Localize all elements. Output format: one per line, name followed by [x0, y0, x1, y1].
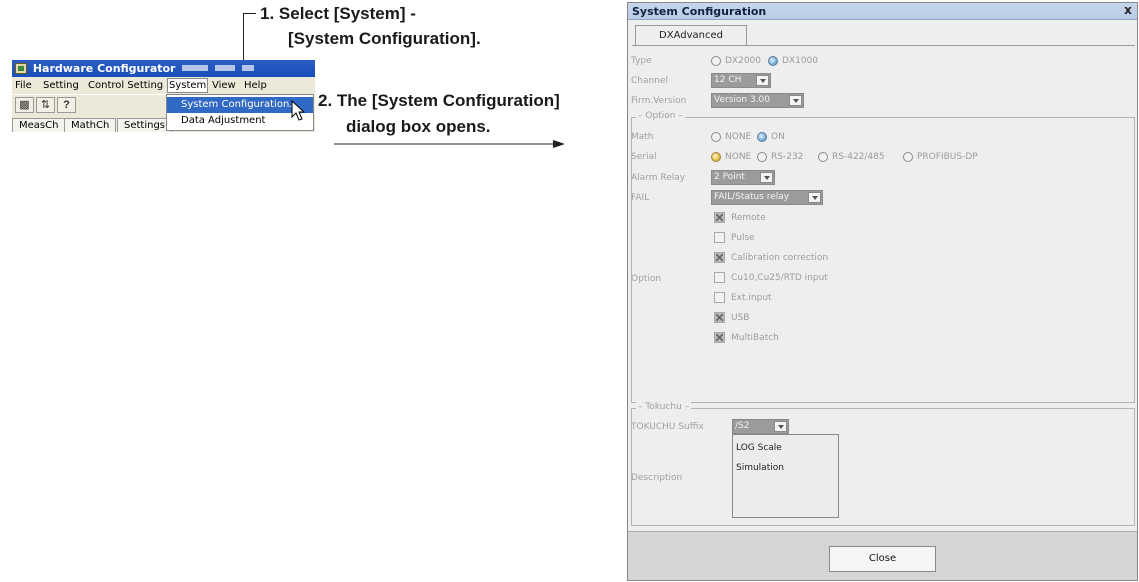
checkbox-pulse[interactable]: [714, 232, 725, 243]
chevron-down-icon: [760, 172, 773, 183]
menu-view[interactable]: View: [211, 79, 237, 92]
chevron-down-icon: [789, 95, 802, 106]
checkbox-label-cu10-rtd-input: Cu10,Cu25/RTD input: [731, 273, 828, 283]
type-label: Type: [631, 56, 652, 66]
tab-measch[interactable]: MeasCh: [12, 118, 66, 132]
app-icon: [15, 63, 27, 74]
system-configuration-dialog: System Configuration x DXAdvanced Type D…: [627, 2, 1138, 581]
dialog-title: System Configuration: [632, 5, 767, 18]
description-label: Description: [631, 473, 683, 483]
checkbox-label-ext-input: Ext.input: [731, 293, 772, 303]
firm-version-value: Version 3.00: [714, 95, 770, 105]
hardware-configurator-titlebar: Hardware Configurator: [12, 60, 315, 77]
tokuchu-suffix-value: /S2: [735, 421, 750, 431]
tokuchu-group: [631, 408, 1135, 526]
description-item: Simulation: [736, 463, 784, 473]
menubar: File Setting Control Setting System View…: [12, 77, 315, 94]
type-radio-dx1000[interactable]: [768, 56, 778, 66]
option-label: Option: [631, 274, 662, 284]
checkbox-label-multibatch: MultiBatch: [731, 333, 779, 343]
channel-select[interactable]: 12 CH: [711, 73, 771, 88]
checkbox-remote[interactable]: [714, 212, 725, 223]
firm-version-label: Firm.Version: [631, 96, 687, 106]
option-group-title: – Option –: [636, 111, 685, 122]
step2-line2: dialog box opens.: [346, 117, 491, 136]
checkbox-usb[interactable]: [714, 312, 725, 323]
type-radio-dx2000[interactable]: [711, 56, 721, 66]
chevron-down-icon: [774, 421, 787, 432]
checkbox-label-remote: Remote: [731, 213, 766, 223]
math-option-on: ON: [771, 132, 785, 142]
menu-system[interactable]: System: [167, 78, 209, 93]
type-option-dx1000: DX1000: [782, 56, 818, 66]
serial-radio-rs232[interactable]: [757, 152, 767, 162]
chevron-down-icon: [756, 75, 769, 86]
annotation-arrow: [334, 140, 565, 148]
dialog-button-bar: Close: [628, 531, 1137, 580]
app-title: Hardware Configurator: [32, 62, 176, 75]
serial-radio-none[interactable]: [711, 152, 721, 162]
alarm-relay-value: 2 Point: [714, 172, 745, 182]
close-button[interactable]: Close: [829, 546, 936, 572]
tab-divider: [632, 45, 1135, 46]
tokuchu-suffix-select[interactable]: /S2: [732, 419, 789, 434]
type-option-dx2000: DX2000: [725, 56, 761, 66]
checkbox-ext-input[interactable]: [714, 292, 725, 303]
math-label: Math: [631, 132, 654, 142]
chevron-down-icon: [808, 192, 821, 203]
checkbox-calibration-correction[interactable]: [714, 252, 725, 263]
checkbox-label-usb: USB: [731, 313, 750, 323]
step1-line2: [System Configuration].: [288, 29, 481, 48]
mouse-cursor-icon: [291, 100, 306, 121]
math-radio-on[interactable]: [757, 132, 767, 142]
dialog-titlebar: System Configuration x: [628, 3, 1137, 20]
blurred-filename: [242, 65, 255, 71]
close-icon[interactable]: x: [1121, 4, 1135, 18]
tab-mathch[interactable]: MathCh: [64, 118, 117, 132]
serial-option-profibus: PROFIBUS-DP: [917, 152, 978, 162]
math-option-none: NONE: [725, 132, 752, 142]
serial-option-rs422: RS-422/485: [832, 152, 885, 162]
channel-value: 12 CH: [714, 75, 742, 85]
serial-label: Serial: [631, 152, 657, 162]
serial-option-none: NONE: [725, 152, 752, 162]
description-list: LOG Scale Simulation: [732, 434, 839, 518]
checkbox-label-calibration-correction: Calibration correction: [731, 253, 829, 263]
blurred-filename: [215, 65, 236, 71]
checkbox-cu10-rtd-input[interactable]: [714, 272, 725, 283]
menu-setting[interactable]: Setting: [42, 79, 80, 92]
channel-label: Channel: [631, 76, 668, 86]
print-icon[interactable]: ▩: [15, 97, 34, 113]
tokuchu-group-title: – Tokuchu –: [636, 402, 692, 413]
blurred-filename: [182, 65, 209, 71]
firm-version-select[interactable]: Version 3.00: [711, 93, 804, 108]
help-icon[interactable]: ?: [57, 97, 76, 113]
math-radio-none[interactable]: [711, 132, 721, 142]
fail-value: FAIL/Status relay: [714, 192, 790, 202]
transfer-icon[interactable]: ⇅: [36, 97, 55, 113]
tab-settings[interactable]: Settings: [117, 118, 173, 132]
tokuchu-suffix-label: TOKUCHU Suffix: [631, 422, 704, 432]
alarm-relay-label: Alarm Relay: [631, 173, 686, 183]
tab-dxadvanced[interactable]: DXAdvanced: [635, 25, 747, 46]
step2-line1: 2. The [System Configuration]: [318, 91, 560, 110]
serial-radio-rs422[interactable]: [818, 152, 828, 162]
step1-line1: 1. Select [System] -: [260, 4, 416, 23]
serial-radio-profibus[interactable]: [903, 152, 913, 162]
fail-label: FAIL: [631, 193, 650, 203]
description-item: LOG Scale: [736, 443, 782, 453]
annotation-leader-horizontal: [243, 13, 256, 14]
fail-select[interactable]: FAIL/Status relay: [711, 190, 823, 205]
menu-file[interactable]: File: [14, 79, 33, 92]
alarm-relay-select[interactable]: 2 Point: [711, 170, 775, 185]
checkbox-label-pulse: Pulse: [731, 233, 755, 243]
menu-help[interactable]: Help: [243, 79, 268, 92]
menu-control-setting[interactable]: Control Setting: [87, 79, 164, 92]
serial-option-rs232: RS-232: [771, 152, 804, 162]
checkbox-multibatch[interactable]: [714, 332, 725, 343]
